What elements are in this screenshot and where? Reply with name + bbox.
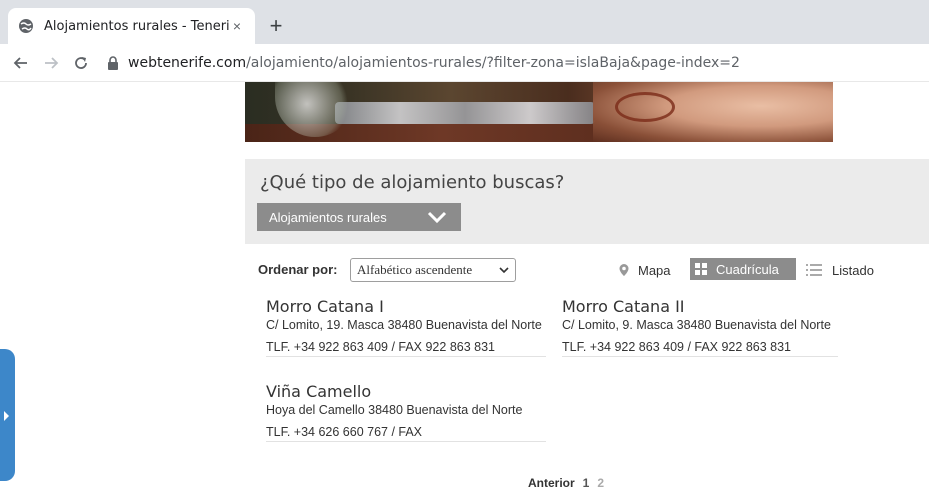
tab-title: Alojamientos rurales - Tenerife [44,18,229,34]
lock-icon[interactable] [106,55,120,70]
pagination-prev[interactable]: Anterior [528,476,575,490]
listing-card: Morro Catana I C/ Lomito, 19. Masca 3848… [266,297,546,357]
panel-title: ¿Qué tipo de alojamiento buscas? [260,172,565,193]
close-icon[interactable]: × [229,18,245,34]
view-map-label: Mapa [638,262,671,278]
listing-card: Morro Catana II C/ Lomito, 9. Masca 3848… [562,297,838,357]
browser-tab[interactable]: Alojamientos rurales - Tenerife × [8,8,255,44]
accommodation-type-panel: ¿Qué tipo de alojamiento buscas? Alojami… [245,159,929,244]
url-domain: webtenerife.com [128,54,247,71]
side-panel-toggle[interactable] [0,349,15,481]
listing-address: Hoya del Camello 38480 Buenavista del No… [266,403,523,417]
arrow-left-icon[interactable] [6,48,36,78]
sort-dropdown[interactable]: Alfabético ascendente [350,258,516,282]
listing-name[interactable]: Morro Catana II [562,297,838,317]
listing-name[interactable]: Viña Camello [266,382,546,402]
url-text[interactable]: webtenerife.com/alojamiento/alojamientos… [128,55,740,71]
results-controls: Ordenar por: Alfabético ascendente Mapa … [258,258,908,282]
view-grid-label: Cuadrícula [716,261,779,277]
listing-address: C/ Lomito, 9. Masca 38480 Buenavista del… [562,318,831,332]
accommodation-type-value: Alojamientos rurales [269,209,387,225]
listing-phone: TLF. +34 922 863 409 / FAX 922 863 831 [266,340,495,354]
chevron-down-icon [499,267,509,274]
new-tab-button[interactable]: + [264,14,288,38]
reload-icon[interactable] [66,48,96,78]
globe-icon [18,18,34,34]
hero-tray [335,102,595,124]
url-path: /alojamiento/alojamientos-rurales/?filte… [246,54,740,71]
view-map-button[interactable]: Mapa [618,260,671,280]
browser-toolbar: webtenerife.com/alojamiento/alojamientos… [0,44,929,82]
view-grid-button[interactable]: Cuadrícula [690,258,796,280]
listing-card: Viña Camello Hoya del Camello 38480 Buen… [266,382,546,442]
sort-value: Alfabético ascendente [357,262,473,277]
browser-tabstrip: Alojamientos rurales - Tenerife × + [0,0,929,44]
pagination: Anterior 1 2 [528,476,604,490]
hero-image [245,82,833,142]
pagination-page-current: 1 [582,476,590,490]
listing-name[interactable]: Morro Catana I [266,297,546,317]
listing-phone: TLF. +34 626 660 767 / FAX [266,425,423,439]
arrow-right-icon[interactable] [36,48,66,78]
list-icon [806,264,822,276]
view-list-label: Listado [832,262,874,278]
address-bar[interactable]: webtenerife.com/alojamiento/alojamientos… [106,48,740,78]
accommodation-type-dropdown[interactable]: Alojamientos rurales [257,203,461,231]
view-list-button[interactable]: Listado [806,260,874,280]
chevron-right-icon [4,411,9,421]
sort-label: Ordenar por: [258,262,338,277]
hero-sunglasses [615,92,675,122]
listing-phone: TLF. +34 922 863 409 / FAX 922 863 831 [562,340,791,354]
grid-icon [695,263,707,275]
listing-address: C/ Lomito, 19. Masca 38480 Buenavista de… [266,318,542,332]
pagination-page-next[interactable]: 2 [597,476,604,490]
map-pin-icon [619,264,629,276]
chevron-down-icon [427,211,447,224]
